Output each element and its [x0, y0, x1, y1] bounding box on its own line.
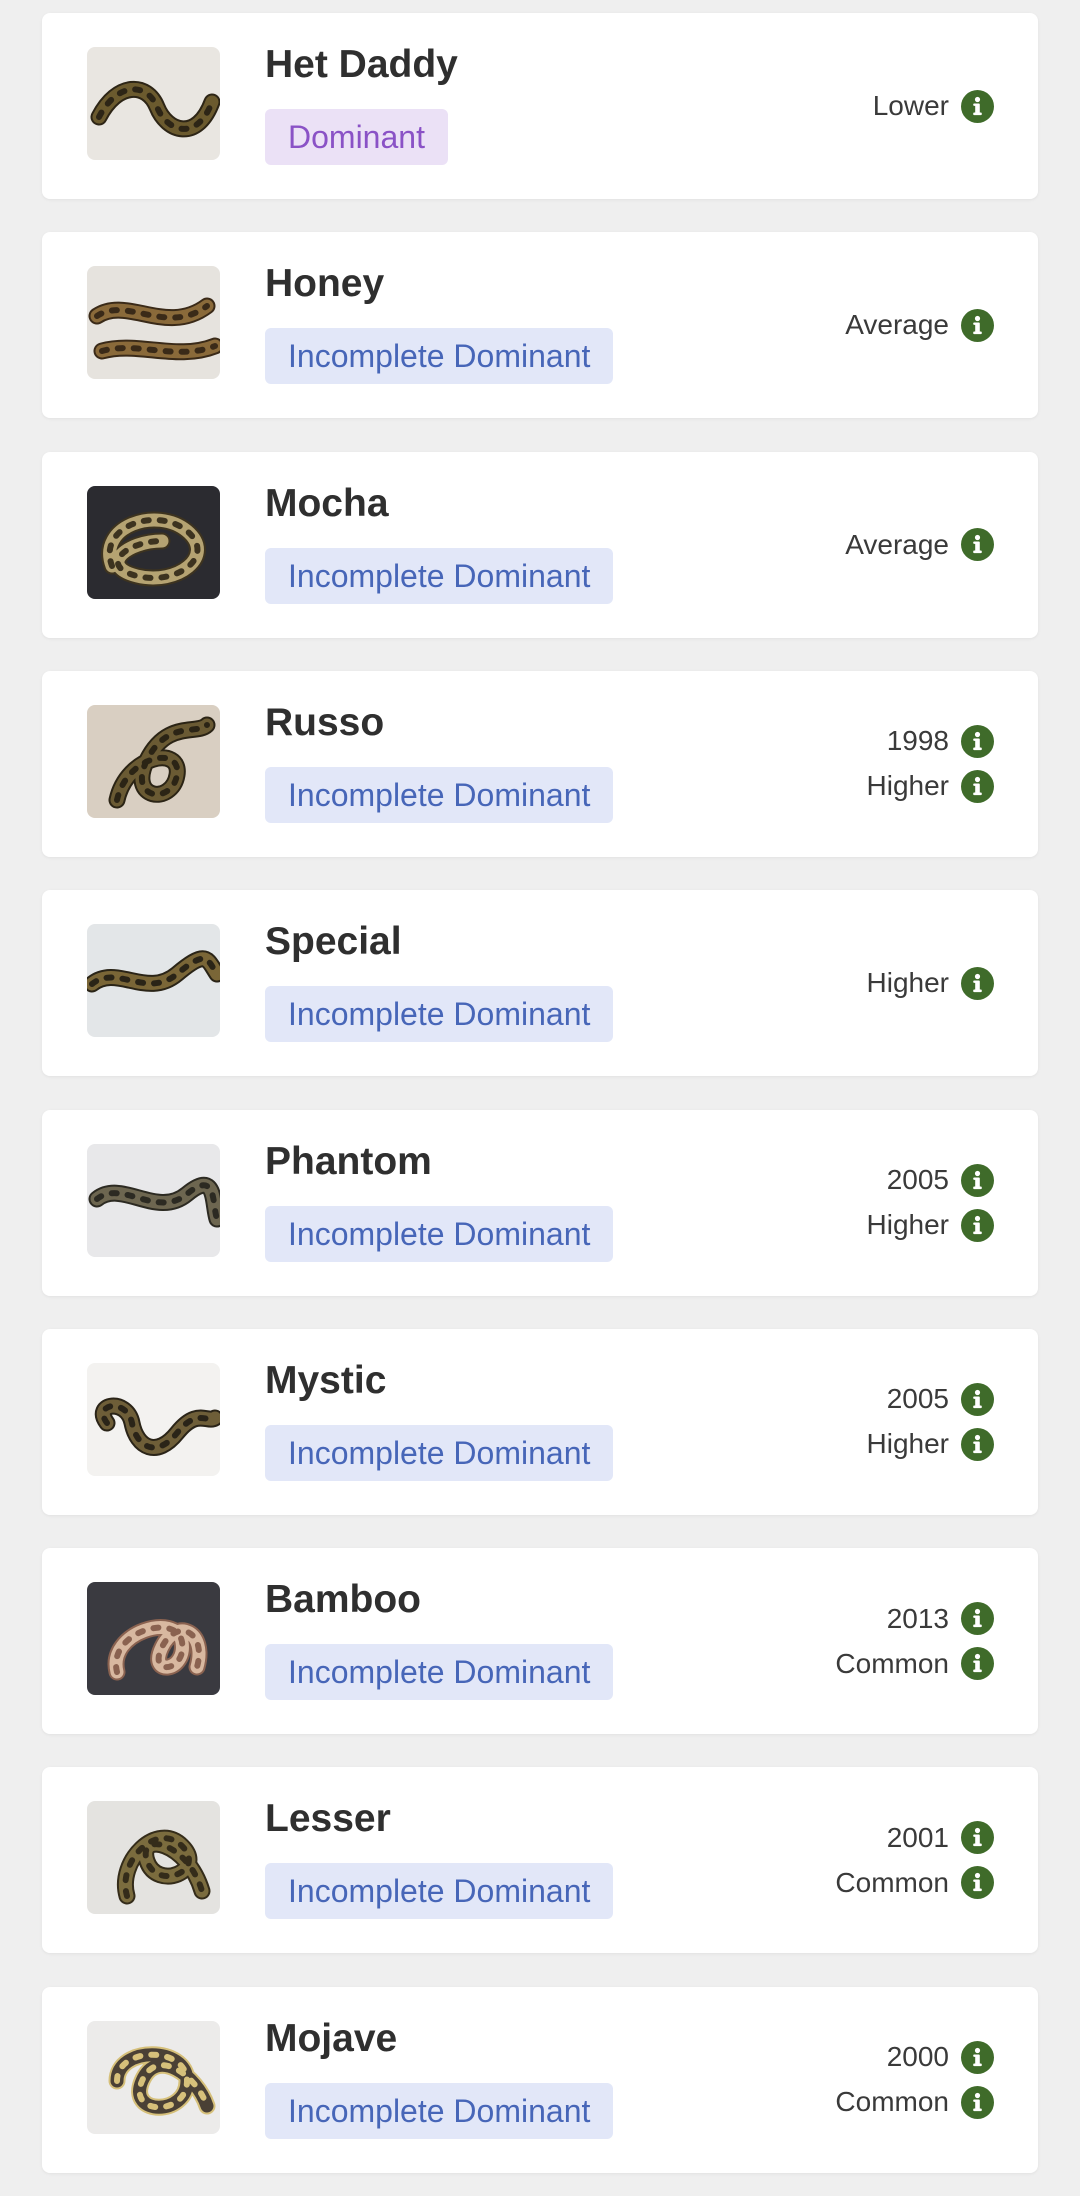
- morph-card-honey[interactable]: Honey Incomplete Dominant Average: [42, 232, 1038, 419]
- morph-name: Honey: [265, 262, 385, 306]
- morph-card-het-daddy[interactable]: Het Daddy Dominant Lower: [42, 13, 1038, 199]
- rarity-label: Higher: [866, 1428, 949, 1460]
- rarity-label: Common: [835, 1866, 949, 1898]
- year-label: 2005: [886, 1164, 949, 1195]
- morph-card-russo[interactable]: Russo Incomplete Dominant 1998 Higher: [42, 670, 1038, 857]
- rarity-info-icon[interactable]: [961, 308, 994, 342]
- rarity-info-icon[interactable]: [961, 89, 994, 123]
- morph-card-phantom[interactable]: Phantom Incomplete Dominant 2005 Higher: [42, 1109, 1038, 1296]
- inheritance-badge: Incomplete Dominant: [265, 547, 614, 604]
- year-row: 2005: [886, 1382, 994, 1416]
- year-info-icon[interactable]: [961, 724, 994, 758]
- year-label: 2013: [886, 1602, 949, 1634]
- morph-photo: [87, 924, 220, 1038]
- morph-photo: [87, 1143, 220, 1257]
- rarity-info-icon[interactable]: [961, 528, 994, 562]
- rarity-info-icon[interactable]: [961, 1647, 994, 1681]
- morph-name: Mojave: [265, 2016, 398, 2060]
- year-row: 2005: [886, 1163, 994, 1197]
- rarity-row: Average: [845, 308, 994, 342]
- morph-meta: 2013 Common: [835, 1548, 994, 1734]
- year-label: 1998: [886, 725, 949, 757]
- year-row: 1998: [886, 724, 994, 758]
- year-info-icon[interactable]: [961, 1602, 994, 1636]
- morph-photo: [87, 1362, 220, 1476]
- morph-card-mojave[interactable]: Mojave Incomplete Dominant 2000 Common: [42, 1986, 1038, 2173]
- morph-list: Het Daddy Dominant Lower Honey Incomplete Do…: [0, 0, 1080, 2196]
- morph-name: Lesser: [265, 1797, 391, 1841]
- rarity-label: Average: [845, 528, 949, 560]
- rarity-label: Higher: [866, 770, 949, 802]
- rarity-label: Common: [835, 2086, 949, 2118]
- morph-name: Russo: [265, 700, 385, 744]
- year-label: 2005: [886, 1383, 949, 1415]
- rarity-label: Lower: [872, 90, 949, 121]
- morph-card-special[interactable]: Special Incomplete Dominant Higher: [42, 890, 1038, 1077]
- morph-meta: Average: [845, 232, 994, 418]
- inheritance-badge: Incomplete Dominant: [265, 2082, 614, 2139]
- inheritance-badge: Incomplete Dominant: [265, 986, 614, 1043]
- rarity-label: Average: [845, 309, 949, 341]
- rarity-row: Higher: [866, 1427, 994, 1461]
- morph-name: Mocha: [265, 481, 389, 525]
- morph-photo: [87, 704, 220, 818]
- morph-photo: [87, 2020, 220, 2134]
- year-info-icon[interactable]: [961, 1382, 994, 1416]
- inheritance-badge: Incomplete Dominant: [265, 328, 614, 385]
- morph-name: Mystic: [265, 1358, 387, 1402]
- rarity-row: Higher: [866, 769, 994, 803]
- morph-meta: 2005 Higher: [867, 1329, 994, 1515]
- morph-photo: [87, 1582, 220, 1696]
- rarity-info-icon[interactable]: [961, 966, 994, 1000]
- rarity-row: Common: [835, 2085, 994, 2119]
- inheritance-badge: Incomplete Dominant: [265, 1863, 614, 1920]
- morph-card-lesser[interactable]: Lesser Incomplete Dominant 2001 Common: [42, 1767, 1038, 1954]
- morph-photo: [87, 47, 220, 160]
- rarity-row: Common: [835, 1866, 994, 1900]
- rarity-row: Common: [835, 1647, 994, 1681]
- year-label: 2000: [886, 2041, 949, 2073]
- morph-card-mystic[interactable]: Mystic Incomplete Dominant 2005 Higher: [42, 1328, 1038, 1515]
- morph-meta: Lower: [873, 13, 994, 199]
- rarity-row: Higher: [866, 966, 994, 1000]
- morph-photo: [87, 1801, 220, 1915]
- rarity-label: Common: [835, 1647, 949, 1679]
- rarity-row: Average: [845, 528, 994, 562]
- inheritance-badge: Incomplete Dominant: [265, 1424, 614, 1481]
- morph-photo: [87, 266, 220, 380]
- year-row: 2000: [886, 2040, 994, 2074]
- morph-card-bamboo[interactable]: Bamboo Incomplete Dominant 2013 Common: [42, 1548, 1038, 1735]
- year-label: 2001: [886, 1821, 949, 1853]
- rarity-label: Higher: [866, 967, 949, 999]
- morph-name: Bamboo: [265, 1578, 421, 1622]
- year-info-icon[interactable]: [961, 1821, 994, 1855]
- morph-meta: 1998 Higher: [867, 671, 994, 857]
- rarity-info-icon[interactable]: [961, 1427, 994, 1461]
- morph-meta: Higher: [867, 890, 994, 1076]
- inheritance-badge: Incomplete Dominant: [265, 1644, 614, 1701]
- year-row: 2013: [886, 1602, 994, 1636]
- year-info-icon[interactable]: [961, 2040, 994, 2074]
- rarity-info-icon[interactable]: [961, 1208, 994, 1242]
- morph-name: Special: [265, 920, 402, 964]
- morph-meta: 2005 Higher: [867, 1110, 994, 1296]
- inheritance-badge: Incomplete Dominant: [265, 766, 614, 823]
- rarity-row: Lower: [872, 89, 994, 123]
- rarity-label: Higher: [866, 1209, 949, 1240]
- morph-photo: [87, 485, 220, 599]
- year-info-icon[interactable]: [961, 1163, 994, 1197]
- inheritance-badge: Incomplete Dominant: [265, 1205, 614, 1262]
- rarity-row: Higher: [866, 1208, 994, 1242]
- morph-name: Het Daddy: [265, 43, 458, 86]
- morph-meta: 2000 Common: [835, 1987, 994, 2173]
- morph-name: Phantom: [265, 1139, 432, 1183]
- year-row: 2001: [886, 1821, 994, 1855]
- rarity-info-icon[interactable]: [961, 1866, 994, 1900]
- inheritance-badge: Dominant: [265, 109, 448, 165]
- morph-meta: Average: [845, 452, 994, 638]
- rarity-info-icon[interactable]: [961, 769, 994, 803]
- rarity-info-icon[interactable]: [961, 2085, 994, 2119]
- morph-meta: 2001 Common: [835, 1767, 994, 1953]
- morph-card-mocha[interactable]: Mocha Incomplete Dominant Average: [42, 451, 1038, 638]
